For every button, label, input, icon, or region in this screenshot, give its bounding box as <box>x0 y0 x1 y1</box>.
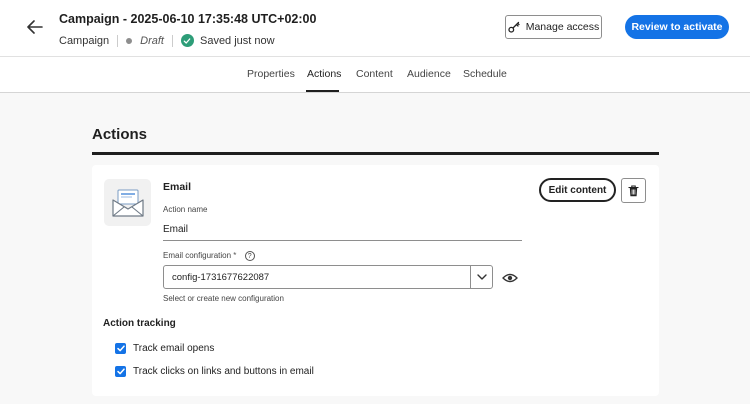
divider <box>117 34 119 47</box>
section-title: Actions <box>92 126 148 143</box>
tab-schedule[interactable]: Schedule <box>463 68 507 80</box>
email-envelope-icon <box>104 179 151 226</box>
page-title: Campaign - 2025-06-10 17:35:48 UTC+02:00 <box>59 12 317 26</box>
active-tab-indicator <box>306 90 339 92</box>
arrow-left-icon <box>27 20 43 34</box>
status-badge: Draft <box>140 34 164 47</box>
check-circle-icon <box>180 34 194 47</box>
tab-actions[interactable]: Actions <box>307 68 341 80</box>
campaign-type-label: Campaign <box>59 34 110 47</box>
action-name-label: Action name <box>163 205 208 214</box>
email-config-label: Email configuration <box>163 251 232 261</box>
track-email-opens-checkbox[interactable] <box>115 343 126 354</box>
tab-content[interactable]: Content <box>356 68 393 80</box>
email-config-hint: Select or create new configuration <box>163 294 284 303</box>
track-clicks-label: Track clicks on links and buttons in ema… <box>133 366 314 377</box>
email-config-label-row: Email configuration * ? <box>163 251 255 261</box>
section-divider <box>92 152 659 155</box>
tab-properties[interactable]: Properties <box>247 68 295 80</box>
manage-access-button[interactable]: Manage access <box>505 15 602 39</box>
saved-status: Saved just now <box>199 34 275 47</box>
review-to-activate-button[interactable]: Review to activate <box>625 15 729 39</box>
action-name-field[interactable]: Email <box>163 222 522 241</box>
action-tracking-title: Action tracking <box>103 318 176 329</box>
tab-bar: Properties Actions Content Audience Sche… <box>0 57 750 93</box>
chevron-down-icon[interactable] <box>470 266 492 288</box>
email-config-value: config-1731677622087 <box>172 271 270 283</box>
track-clicks-option[interactable]: Track clicks on links and buttons in ema… <box>115 366 314 377</box>
key-icon <box>508 21 520 33</box>
help-circle-icon[interactable]: ? <box>244 251 255 261</box>
campaign-header: Campaign - 2025-06-10 17:35:48 UTC+02:00… <box>0 0 750 57</box>
eye-icon[interactable] <box>502 272 518 284</box>
track-email-opens-label: Track email opens <box>133 343 215 354</box>
trash-icon <box>628 184 639 196</box>
required-marker: * <box>233 251 237 261</box>
track-email-opens-option[interactable]: Track email opens <box>115 343 214 354</box>
email-config-select[interactable]: config-1731677622087 <box>163 265 493 289</box>
divider <box>171 34 173 47</box>
manage-access-label: Manage access <box>525 21 600 33</box>
back-button[interactable] <box>24 16 46 38</box>
tab-audience[interactable]: Audience <box>407 68 451 80</box>
action-card-title: Email <box>163 181 192 193</box>
edit-content-button[interactable]: Edit content <box>539 178 616 202</box>
status-dot-icon <box>126 37 133 44</box>
email-action-card: Email Action name Email Email configurat… <box>92 165 659 396</box>
track-clicks-checkbox[interactable] <box>115 366 126 377</box>
delete-action-button[interactable] <box>621 178 646 203</box>
campaign-meta: Campaign Draft Saved just now <box>59 34 275 47</box>
